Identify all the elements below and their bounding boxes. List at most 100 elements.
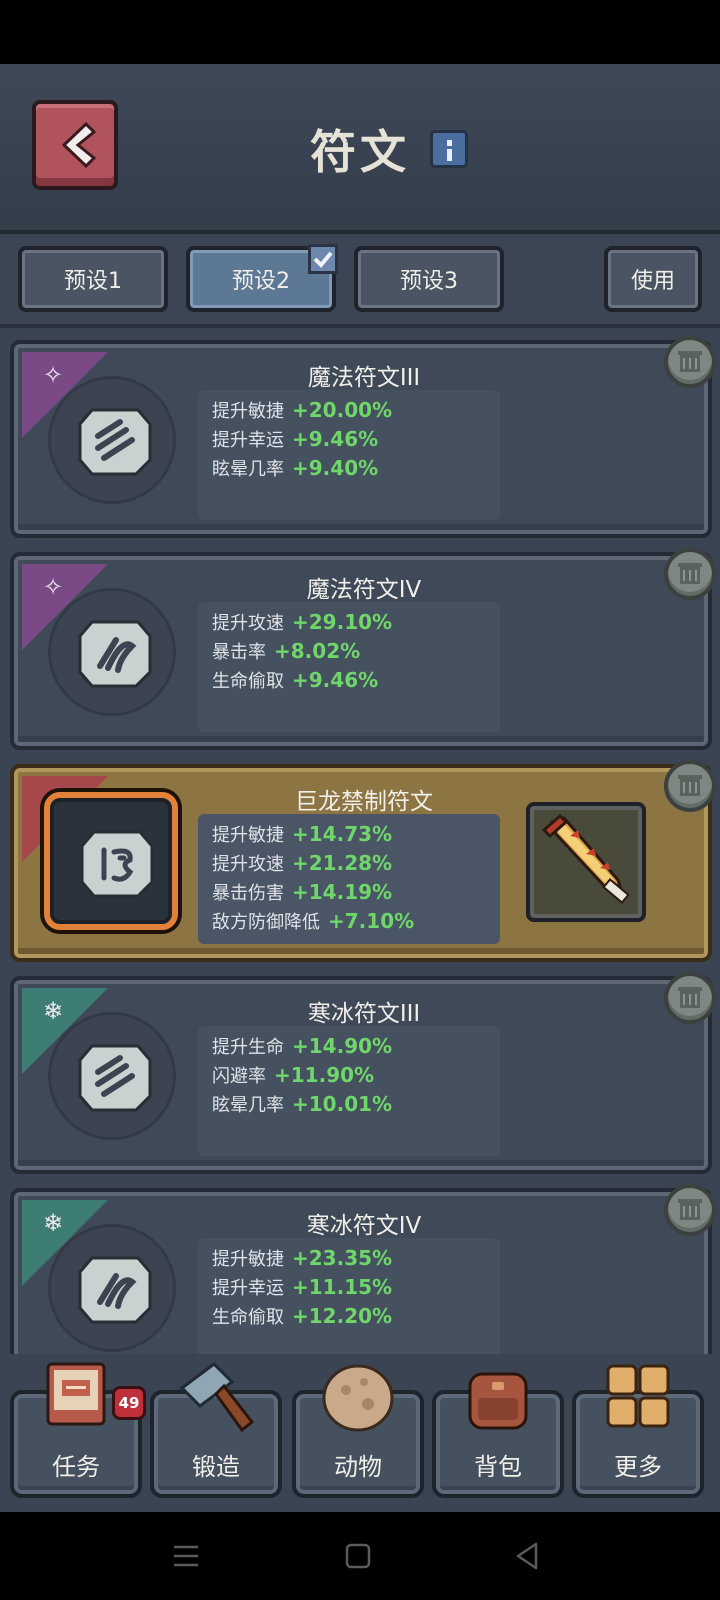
trash-icon[interactable] <box>664 760 716 812</box>
use-button[interactable]: 使用 <box>604 246 702 312</box>
stat-label: 生命偷取 <box>212 671 284 692</box>
trash-icon[interactable] <box>664 336 716 388</box>
rune-card[interactable]: ❄ 寒冰符文III 提升生命 +14.90% 闪避率 +11.90% 眩晕几率 +10… <box>10 972 716 1174</box>
back-triangle-icon[interactable] <box>510 1538 546 1574</box>
stat-label: 敌方防御降低 <box>212 912 320 933</box>
rune-card[interactable]: ✧ 魔法符文IV 提升攻速 +29.10% 暴击率 +8.02% 生命偷取 +9.46… <box>10 548 716 750</box>
stat-row: 暴击伤害 +14.19% <box>212 878 486 907</box>
header: 符文 <box>0 64 720 234</box>
stat-label: 提升敏捷 <box>212 1249 284 1270</box>
stat-row: 提升攻速 +29.10% <box>212 608 486 637</box>
stat-value: +14.73% <box>292 822 393 846</box>
stat-row: 提升生命 +14.90% <box>212 1032 486 1061</box>
status-bar <box>0 0 720 64</box>
rune-slot <box>48 376 176 504</box>
stat-label: 暴击伤害 <box>212 883 284 904</box>
snowflake-icon: ❄ <box>42 1209 64 1237</box>
nav-animal-button[interactable]: 动物 <box>292 1364 424 1498</box>
rune-slot <box>48 1224 176 1352</box>
backpack-icon <box>468 1372 528 1430</box>
info-icon[interactable] <box>430 130 468 168</box>
stat-label: 暴击率 <box>212 642 266 663</box>
stat-row: 暴击率 +8.02% <box>212 637 486 666</box>
stat-value: +7.10% <box>328 909 415 933</box>
bottom-nav: 49 任务 锻造 动物 背包 更多 <box>0 1354 720 1512</box>
magic-element-icon: ✧ <box>42 573 64 601</box>
stat-row: 提升敏捷 +23.35% <box>212 1244 486 1273</box>
hammer-icon <box>179 1362 255 1432</box>
stat-row: 提升敏捷 +14.73% <box>212 820 486 849</box>
trash-icon[interactable] <box>664 972 716 1024</box>
trash-icon[interactable] <box>664 548 716 600</box>
use-label: 使用 <box>630 269 675 294</box>
rune-slot <box>48 588 176 716</box>
rune-name: 寒冰符文IV <box>306 1213 422 1239</box>
nav-label: 任务 <box>52 1453 100 1481</box>
rune-screen: 符文 预设1 预设2 预设3 使用 ✧ 魔法符文III 提升敏捷 +20.00%… <box>0 64 720 1512</box>
stat-label: 提升幸运 <box>212 430 284 451</box>
trash-icon[interactable] <box>664 1184 716 1236</box>
rune-stone-icon <box>78 620 152 688</box>
nav-quest-button[interactable]: 49 任务 <box>10 1362 146 1498</box>
stat-value: +9.46% <box>292 427 379 451</box>
stat-label: 提升攻速 <box>212 613 284 634</box>
preset-tab-1[interactable]: 预设1 <box>18 246 168 312</box>
stat-row: 生命偷取 +12.20% <box>212 1302 486 1331</box>
stat-label: 提升敏捷 <box>212 825 284 846</box>
stat-value: +14.19% <box>292 880 393 904</box>
nav-label: 锻造 <box>192 1453 240 1481</box>
stat-label: 眩晕几率 <box>212 459 284 480</box>
preset-tab-3[interactable]: 预设3 <box>354 246 504 312</box>
rune-card-featured[interactable]: ✦ 巨龙禁制符文 提升敏捷+14.73% 提升攻速+21.28% 暴击伤害+14… <box>10 760 716 962</box>
magic-element-icon: ✧ <box>42 361 64 389</box>
rune-stats: 提升敏捷 +20.00% 提升幸运 +9.46% 眩晕几率 +9.40% <box>198 390 500 520</box>
stat-value: +21.28% <box>292 851 393 875</box>
grid-icon <box>606 1364 670 1428</box>
stat-value: +11.15% <box>292 1275 393 1299</box>
stat-value: +8.02% <box>274 639 361 663</box>
nav-forge-button[interactable]: 锻造 <box>150 1362 282 1498</box>
rune-stats: 提升生命 +14.90% 闪避率 +11.90% 眩晕几率 +10.01% <box>198 1026 500 1156</box>
rune-stone-icon <box>78 1044 152 1112</box>
stat-label: 生命偷取 <box>212 1307 284 1328</box>
system-nav-bar <box>0 1512 720 1600</box>
stat-label: 提升敏捷 <box>212 401 284 422</box>
stat-value: +11.90% <box>274 1063 375 1087</box>
stat-value: +14.90% <box>292 1034 393 1058</box>
rune-slot-selected <box>44 792 178 930</box>
stat-row: 敌方防御降低 +7.10% <box>212 907 486 936</box>
stat-row: 生命偷取 +9.46% <box>212 666 486 695</box>
stat-row: 眩晕几率 +9.40% <box>212 454 486 483</box>
preset-tab-2[interactable]: 预设2 <box>186 244 338 312</box>
nav-backpack-button[interactable]: 背包 <box>432 1372 564 1498</box>
preset-label: 预设3 <box>400 269 458 294</box>
rune-name: 寒冰符文III <box>307 1001 421 1027</box>
nav-label: 更多 <box>614 1453 662 1481</box>
home-icon[interactable] <box>340 1538 376 1574</box>
rune-stats: 提升攻速 +29.10% 暴击率 +8.02% 生命偷取 +9.46% <box>198 602 500 732</box>
rune-name: 魔法符文III <box>307 365 421 391</box>
stat-value: +12.20% <box>292 1304 393 1328</box>
preset-label: 预设2 <box>232 269 290 294</box>
quest-book-icon <box>46 1362 106 1426</box>
preset-bar: 预设1 预设2 预设3 使用 <box>0 238 720 328</box>
rune-slot <box>48 1012 176 1140</box>
stat-label: 眩晕几率 <box>212 1095 284 1116</box>
rune-card[interactable]: ✧ 魔法符文III 提升敏捷 +20.00% 提升幸运 +9.46% 眩晕几率 +9.… <box>10 336 716 538</box>
stat-label: 闪避率 <box>212 1066 266 1087</box>
nav-more-button[interactable]: 更多 <box>572 1364 704 1498</box>
rune-stone-icon <box>78 1256 152 1324</box>
stat-value: +9.46% <box>292 668 379 692</box>
stat-row: 提升攻速 +21.28% <box>212 849 486 878</box>
stat-row: 闪避率 +11.90% <box>212 1061 486 1090</box>
stat-row: 提升幸运 +9.46% <box>212 425 486 454</box>
rune-stone-icon <box>80 830 154 898</box>
stat-value: +20.00% <box>292 398 393 422</box>
menu-icon[interactable] <box>168 1538 204 1574</box>
stat-label: 提升攻速 <box>212 854 284 875</box>
equipped-weapon-slot[interactable] <box>526 802 646 922</box>
stat-row: 提升幸运 +11.15% <box>212 1273 486 1302</box>
nav-label: 背包 <box>474 1453 522 1481</box>
rune-stone-icon <box>78 408 152 476</box>
egg-icon <box>322 1364 394 1432</box>
